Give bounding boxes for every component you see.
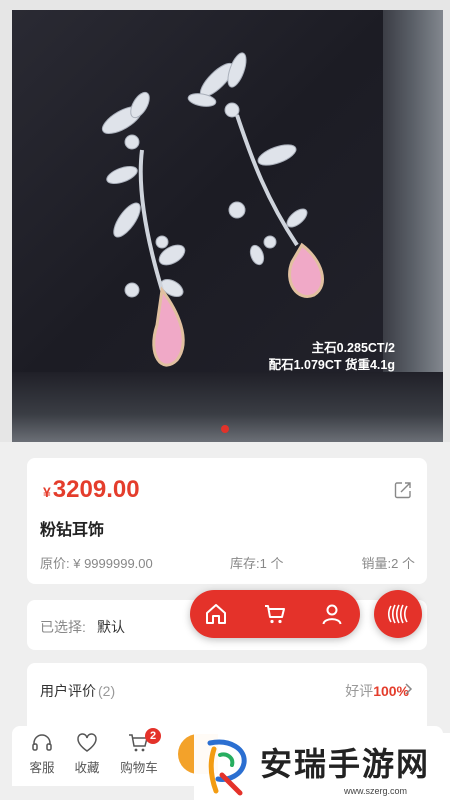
selected-label: 已选择: <box>40 619 86 635</box>
headset-icon <box>32 734 52 751</box>
product-info-card: ¥3209.00 粉钻耳饰 原价: ¥ 9999999.00 库存:1 个 销量… <box>27 458 427 584</box>
customer-service-button[interactable]: 客服 <box>22 732 62 776</box>
floating-quick-nav <box>190 590 360 638</box>
spec-line-side-stones: 配石1.079CT 货重4.1g <box>268 358 395 372</box>
waves-icon <box>387 604 408 624</box>
price-value: 3209.00 <box>52 476 140 503</box>
product-spec-overlay: 主石0.285CT/2 配石1.079CT 货重4.1g <box>269 340 395 374</box>
watermark-title: 安瑞手游网 <box>260 745 431 783</box>
cart-icon[interactable] <box>263 602 287 626</box>
product-photo: 主石0.285CT/2 配石1.079CT 货重4.1g <box>12 10 443 442</box>
carousel-indicator <box>0 420 450 433</box>
original-price: 原价: ¥ 9999999.00 <box>40 556 153 571</box>
reviews-heading: 用户评价 (2) <box>40 681 115 701</box>
earrings-illustration <box>101 52 324 367</box>
product-image-carousel[interactable]: 主石0.285CT/2 配石1.079CT 货重4.1g <box>0 0 450 442</box>
home-icon[interactable] <box>204 602 228 626</box>
service-label: 客服 <box>29 761 55 775</box>
carousel-dot-active[interactable] <box>221 425 229 433</box>
favorite-button[interactable]: 收藏 <box>67 732 107 776</box>
share-icon[interactable] <box>393 480 413 500</box>
cart-button[interactable]: 2 购物车 <box>117 728 161 776</box>
chevron-right-icon[interactable] <box>403 683 413 695</box>
heart-icon <box>77 733 97 752</box>
stock-count: 库存:1 个 <box>230 556 284 571</box>
cart-label: 购物车 <box>120 761 158 775</box>
positive-rate-label: 好评 <box>345 683 374 699</box>
site-watermark: 安瑞手游网 www.szerg.com <box>194 733 450 800</box>
product-title: 粉钻耳饰 <box>40 522 105 539</box>
favorite-label: 收藏 <box>74 761 100 775</box>
spec-line-main-stone: 主石0.285CT/2 <box>311 341 395 355</box>
product-detail-page: 主石0.285CT/2 配石1.079CT 货重4.1g ¥3209.00 粉钻… <box>0 0 450 800</box>
product-price: ¥3209.00 <box>43 476 140 504</box>
currency-symbol: ¥ <box>43 484 51 500</box>
positive-rate: 好评100% <box>345 681 409 701</box>
user-icon[interactable] <box>320 602 344 626</box>
watermark-url: www.szerg.com <box>344 786 408 796</box>
quick-nav-toggle-button[interactable] <box>374 590 422 638</box>
watermark-logo <box>207 739 247 796</box>
cart-count-badge: 2 <box>145 728 161 744</box>
reviews-title: 用户评价 <box>40 683 96 699</box>
selected-value: 默认 <box>97 619 125 635</box>
reviews-count: (2) <box>98 683 116 699</box>
sales-count: 销量:2 个 <box>361 556 415 571</box>
